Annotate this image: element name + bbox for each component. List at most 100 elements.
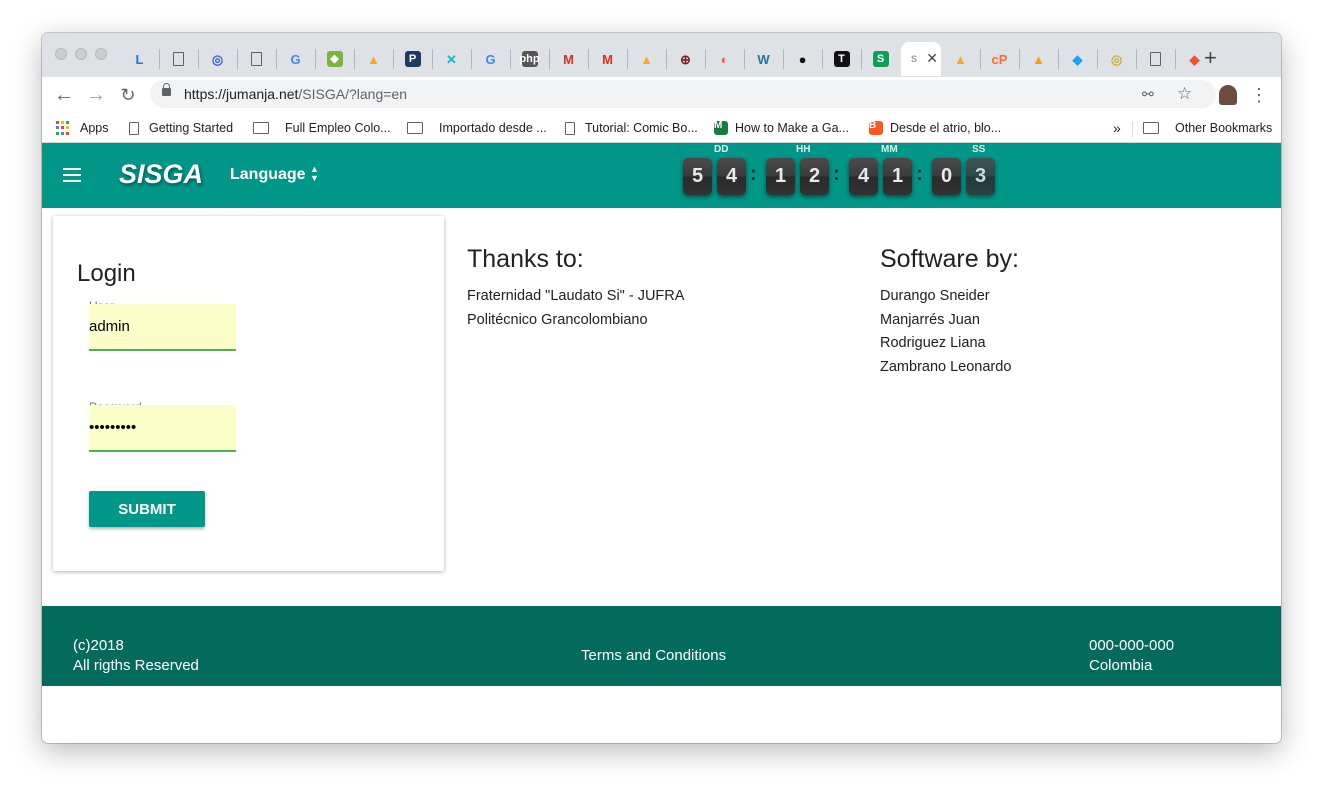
green-M-icon: M xyxy=(714,121,728,135)
main-content: Login User Password SUBMIT Thanks to: Fr… xyxy=(42,208,1281,606)
browser-tab[interactable]: ◆ xyxy=(316,42,353,76)
app-logo[interactable]: SISGA xyxy=(119,159,203,190)
browser-tab[interactable]: ◆ xyxy=(1059,42,1096,76)
zoom-window-icon[interactable] xyxy=(95,48,107,60)
browser-tab[interactable]: G xyxy=(277,42,314,76)
gmail-icon: M xyxy=(602,51,613,67)
bookmarks-divider xyxy=(1132,121,1133,137)
avatar[interactable] xyxy=(1219,85,1237,105)
browser-tab[interactable]: S xyxy=(862,42,899,76)
bookmarks-bar: Apps Getting Started Full Empleo Colo...… xyxy=(42,113,1281,143)
browser-tab[interactable] xyxy=(238,42,275,76)
blue-yellow-icon: ▲ xyxy=(954,51,967,67)
hamburger-menu-icon[interactable] xyxy=(63,168,81,182)
bookmark-label: Full Empleo Colo... xyxy=(285,121,391,135)
page-icon xyxy=(251,52,262,66)
bookmark-getting-started[interactable]: Getting Started xyxy=(127,118,233,138)
password-input[interactable] xyxy=(89,405,236,452)
browser-tab[interactable]: php xyxy=(511,42,548,76)
copyright-notice: All rigths Reserved xyxy=(73,657,199,674)
browser-tab[interactable] xyxy=(160,42,197,76)
T-favicon: T xyxy=(833,51,850,67)
url-text[interactable]: https://jumanja.net/SISGA/?lang=en xyxy=(184,86,407,102)
browser-tab[interactable]: W xyxy=(745,42,782,76)
sort-arrows-icon[interactable]: ▲ ▼ xyxy=(310,165,319,183)
orange-D-icon: ◐ xyxy=(720,51,729,67)
language-selector[interactable]: Language xyxy=(230,166,306,184)
bookmark-importado[interactable]: Importado desde ... xyxy=(407,118,547,138)
browser-tab[interactable]: ▲ xyxy=(628,42,665,76)
wordpress-icon: W xyxy=(757,51,770,67)
cyan-X-icon: ✕ xyxy=(446,51,457,67)
more-bookmarks-button[interactable]: » xyxy=(1113,118,1121,138)
browser-tab[interactable]: cP xyxy=(981,42,1018,76)
bookmark-desde-el-atrio[interactable]: B Desde el atrio, blo... xyxy=(869,118,1001,138)
terms-link[interactable]: Terms and Conditions xyxy=(581,647,726,664)
software-author: Zambrano Leonardo xyxy=(880,359,1012,375)
browser-tab[interactable]: ▲ xyxy=(1020,42,1057,76)
bookmark-tutorial-comic[interactable]: Tutorial: Comic Bo... xyxy=(563,118,698,138)
bookmark-how-to-make[interactable]: M How to Make a Ga... xyxy=(714,118,849,138)
key-icon[interactable]: ⚯ xyxy=(1142,86,1154,103)
S-favicon: S xyxy=(872,51,889,67)
page-icon xyxy=(129,121,139,135)
browser-tab[interactable] xyxy=(1137,42,1174,76)
footer-phone: 000-000-000 xyxy=(1089,637,1175,654)
countdown-separator: : xyxy=(750,163,757,185)
browser-tab[interactable]: ⊕ xyxy=(667,42,704,76)
browser-tab[interactable]: L xyxy=(121,42,158,76)
new-tab-icon[interactable]: + xyxy=(1204,45,1217,71)
back-icon[interactable]: ← xyxy=(52,83,76,107)
bookmark-apps[interactable]: Apps xyxy=(56,118,109,138)
bookmark-full-empleo[interactable]: Full Empleo Colo... xyxy=(253,118,391,138)
days-label: DD xyxy=(714,144,729,155)
browser-tab[interactable]: M xyxy=(550,42,587,76)
browser-tab[interactable]: ● xyxy=(784,42,821,76)
countdown-digit: 4 xyxy=(849,158,878,195)
folder-icon xyxy=(1143,122,1159,134)
browser-tab[interactable]: ▲ xyxy=(355,42,392,76)
browser-tab[interactable]: G xyxy=(472,42,509,76)
url-host: https://jumanja.net xyxy=(184,86,299,102)
browser-tab[interactable]: M xyxy=(589,42,626,76)
browser-tab[interactable]: ✕ S xyxy=(901,42,941,76)
reload-icon[interactable]: ↻ xyxy=(116,83,140,107)
copyright-year: (c)2018 xyxy=(73,637,124,654)
blogger-icon: B xyxy=(869,121,883,135)
php-icon: php xyxy=(519,51,540,67)
software-author: Rodriguez Liana xyxy=(880,335,986,351)
browser-tab[interactable]: ◎ xyxy=(199,42,236,76)
green-shield-icon: ◆ xyxy=(326,51,343,67)
browser-tab[interactable]: ✕ xyxy=(433,42,470,76)
bookmark-label: How to Make a Ga... xyxy=(735,121,849,135)
globe-blue-icon: ◎ xyxy=(211,51,224,67)
minutes-label: MM xyxy=(881,144,898,155)
submit-button[interactable]: SUBMIT xyxy=(89,491,205,527)
countdown-digit: 3 xyxy=(966,158,995,195)
browser-tab[interactable]: ◐ xyxy=(706,42,743,76)
browser-tab[interactable]: ◎ xyxy=(1098,42,1135,76)
address-bar[interactable]: https://jumanja.net/SISGA/?lang=en ⚯ ☆ xyxy=(150,80,1216,108)
countdown-separator: : xyxy=(916,163,923,185)
browser-window: L ◎ G ◆ ▲ P ✕ Gphp M M ▲ ⊕ ◐ W ● T S ✕ S ▲ cP ▲ ◆ ◎ ◆ + ← → ↻ ht… xyxy=(42,33,1281,743)
close-tab-icon[interactable]: ✕ xyxy=(926,50,938,67)
git-icon: ◆ xyxy=(1189,51,1200,67)
bookmark-other-bookmarks[interactable]: Other Bookmarks xyxy=(1143,118,1272,138)
bookmark-label: Getting Started xyxy=(149,121,234,135)
P-favicon: P xyxy=(404,51,421,67)
menu-icon[interactable]: ⋮ xyxy=(1247,83,1271,107)
browser-tab[interactable]: ▲ xyxy=(942,42,979,76)
browser-tab[interactable]: P xyxy=(394,42,431,76)
pma-icon: ▲ xyxy=(1032,51,1045,67)
close-window-icon[interactable] xyxy=(55,48,67,60)
cpanel-icon: cP xyxy=(991,51,1008,67)
star-icon[interactable]: ☆ xyxy=(1177,84,1192,104)
forward-icon[interactable]: → xyxy=(84,83,108,107)
minimize-window-icon[interactable] xyxy=(75,48,87,60)
browser-tab[interactable]: T xyxy=(823,42,860,76)
hours-label: HH xyxy=(796,144,811,155)
thanks-item: Politécnico Grancolombiano xyxy=(467,312,648,328)
page-icon xyxy=(565,121,575,135)
user-input[interactable] xyxy=(89,304,236,351)
bookmark-label: Desde el atrio, blo... xyxy=(890,121,1002,135)
